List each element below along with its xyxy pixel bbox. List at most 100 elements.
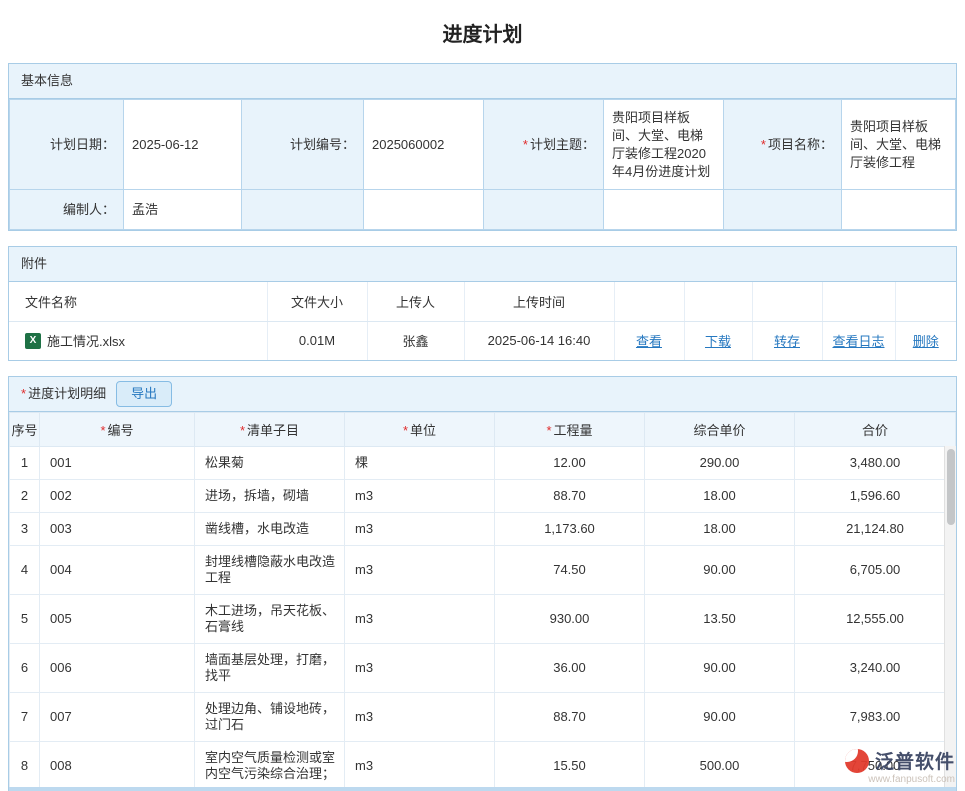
- detail-section-header: *进度计划明细 导出: [9, 377, 956, 412]
- compiler-value: 孟浩: [124, 190, 242, 230]
- unit-cell: m3: [345, 644, 495, 693]
- code-cell: 006: [40, 644, 195, 693]
- detail-section: *进度计划明细 导出 *序号 *编号 *清单子目 *单位: [8, 376, 957, 791]
- required-icon: *: [21, 386, 26, 401]
- unit-price-cell: 290.00: [645, 447, 795, 480]
- download-link[interactable]: 下载: [705, 334, 731, 349]
- unit-cell: m3: [345, 595, 495, 644]
- quantity-cell: 1,173.60: [495, 513, 645, 546]
- basic-info-section: 基本信息 计划日期： 2025-06-12 计划编号： 2025060002 *…: [8, 63, 957, 231]
- brand-watermark: 泛普软件 www.fanpusoft.com: [845, 747, 955, 785]
- brand-name: 泛普软件: [875, 747, 955, 774]
- view-log-link[interactable]: 查看日志: [832, 334, 884, 349]
- required-icon: *: [100, 423, 105, 438]
- detail-section-title: *进度计划明细: [21, 377, 106, 411]
- plan-subject-value: 贵阳项目样板间、大堂、电梯厅装修工程2020年4月份进度计划: [604, 100, 724, 190]
- detail-column-header: *编号: [40, 413, 195, 447]
- empty-value-cell: [604, 190, 724, 230]
- brand-logo-icon: [845, 749, 869, 773]
- plan-number-label: 计划编号：: [242, 100, 364, 190]
- detail-row[interactable]: 5 005 木工进场，吊天花板、石膏线 m3 930.00 13.50 12,5…: [10, 595, 956, 644]
- detail-row[interactable]: 7 007 处理边角、铺设地砖，过门石 m3 88.70 90.00 7,983…: [10, 693, 956, 742]
- basic-info-section-header: 基本信息: [9, 64, 956, 99]
- detail-column-header: *合价: [795, 413, 956, 447]
- seq-cell: 4: [10, 546, 40, 595]
- unit-cell: m3: [345, 480, 495, 513]
- item-cell: 木工进场，吊天花板、石膏线: [195, 595, 345, 644]
- file-name-header: 文件名称: [9, 282, 267, 321]
- project-name-label: *项目名称：: [724, 100, 842, 190]
- code-cell: 007: [40, 693, 195, 742]
- total-cell: 6,705.00: [795, 546, 956, 595]
- brand-url: www.fanpusoft.com: [868, 774, 955, 785]
- required-icon: *: [761, 137, 766, 152]
- empty-value-cell: [842, 190, 956, 230]
- actions-header: [614, 282, 684, 321]
- file-name: 施工情况.xlsx: [47, 331, 125, 350]
- detail-row[interactable]: 4 004 封埋线槽隐蔽水电改造工程 m3 74.50 90.00 6,705.…: [10, 546, 956, 595]
- vertical-scrollbar[interactable]: [944, 446, 956, 790]
- actions-header: [684, 282, 752, 321]
- plan-date-label: 计划日期：: [10, 100, 124, 190]
- empty-label-cell: [724, 190, 842, 230]
- detail-table-wrap: *序号 *编号 *清单子目 *单位 *工程量 *综合单价 *合价: [9, 412, 956, 790]
- unit-price-cell: 90.00: [645, 644, 795, 693]
- empty-label-cell: [242, 190, 364, 230]
- actions-header: [895, 282, 956, 321]
- required-icon: *: [523, 137, 528, 152]
- detail-row[interactable]: 6 006 墙面基层处理，打磨，找平 m3 36.00 90.00 3,240.…: [10, 644, 956, 693]
- detail-column-header: *清单子目: [195, 413, 345, 447]
- unit-price-cell: 90.00: [645, 546, 795, 595]
- detail-column-header: *工程量: [495, 413, 645, 447]
- item-cell: 进场，拆墙，砌墙: [195, 480, 345, 513]
- unit-cell: 棵: [345, 447, 495, 480]
- detail-table: *序号 *编号 *清单子目 *单位 *工程量 *综合单价 *合价: [9, 412, 956, 790]
- excel-file-icon: X: [25, 333, 41, 349]
- page-title: 进度计划: [0, 0, 965, 63]
- file-size: 0.01M: [267, 321, 367, 360]
- attachments-section-header: 附件: [9, 247, 956, 282]
- view-link[interactable]: 查看: [636, 334, 662, 349]
- unit-price-cell: 90.00: [645, 693, 795, 742]
- quantity-cell: 74.50: [495, 546, 645, 595]
- required-icon: *: [546, 423, 551, 438]
- delete-link[interactable]: 删除: [913, 334, 939, 349]
- required-icon: *: [240, 423, 245, 438]
- transfer-save-link[interactable]: 转存: [774, 334, 800, 349]
- quantity-cell: 88.70: [495, 480, 645, 513]
- upload-time: 2025-06-14 16:40: [464, 321, 614, 360]
- total-cell: 3,240.00: [795, 644, 956, 693]
- quantity-cell: 12.00: [495, 447, 645, 480]
- detail-row[interactable]: 1 001 松果菊 棵 12.00 290.00 3,480.00: [10, 447, 956, 480]
- code-cell: 008: [40, 742, 195, 791]
- detail-column-header: *综合单价: [645, 413, 795, 447]
- quantity-cell: 88.70: [495, 693, 645, 742]
- detail-row[interactable]: 2 002 进场，拆墙，砌墙 m3 88.70 18.00 1,596.60: [10, 480, 956, 513]
- detail-row[interactable]: 3 003 凿线槽，水电改造 m3 1,173.60 18.00 21,124.…: [10, 513, 956, 546]
- plan-date-value: 2025-06-12: [124, 100, 242, 190]
- total-cell: 3,480.00: [795, 447, 956, 480]
- uploader: 张鑫: [367, 321, 464, 360]
- item-cell: 室内空气质量检测或室内空气污染综合治理；: [195, 742, 345, 791]
- unit-cell: m3: [345, 546, 495, 595]
- table-bottom-edge: [9, 787, 956, 791]
- quantity-cell: 15.50: [495, 742, 645, 791]
- quantity-cell: 36.00: [495, 644, 645, 693]
- code-cell: 002: [40, 480, 195, 513]
- unit-price-cell: 18.00: [645, 480, 795, 513]
- code-cell: 001: [40, 447, 195, 480]
- seq-cell: 5: [10, 595, 40, 644]
- detail-table-body: 1 001 松果菊 棵 12.00 290.00 3,480.00 2 002 …: [10, 447, 956, 791]
- export-button[interactable]: 导出: [116, 381, 172, 407]
- seq-cell: 2: [10, 480, 40, 513]
- attachment-row[interactable]: X 施工情况.xlsx 0.01M 张鑫 2025-06-14 16:40 查看…: [9, 321, 956, 360]
- unit-cell: m3: [345, 693, 495, 742]
- code-cell: 003: [40, 513, 195, 546]
- seq-cell: 7: [10, 693, 40, 742]
- empty-value-cell: [364, 190, 484, 230]
- required-icon: *: [403, 423, 408, 438]
- file-size-header: 文件大小: [267, 282, 367, 321]
- scrollbar-thumb[interactable]: [947, 449, 955, 525]
- detail-row[interactable]: 8 008 室内空气质量检测或室内空气污染综合治理； m3 15.50 500.…: [10, 742, 956, 791]
- total-cell: 1,596.60: [795, 480, 956, 513]
